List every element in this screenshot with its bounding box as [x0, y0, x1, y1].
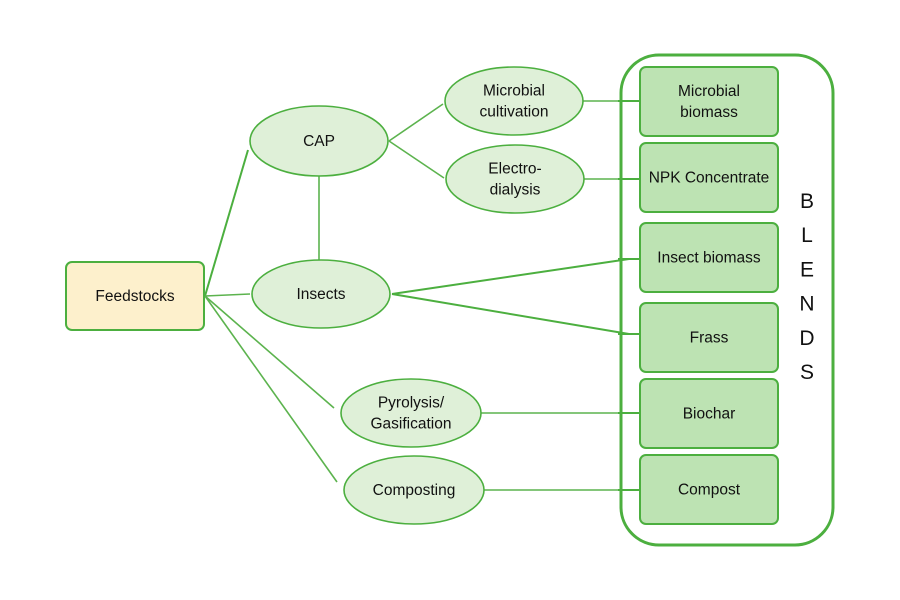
cap-label-line: CAP: [303, 133, 335, 150]
blends-letter: B: [800, 190, 814, 213]
connector-cap-to-microbial-cultivation: [388, 103, 444, 142]
insects-node: Insects: [251, 259, 391, 329]
npk-concentrate-node: NPK Concentrate: [639, 142, 779, 213]
cap-node: CAP: [249, 105, 389, 177]
connector-insects-to-insect-biomass: [391, 258, 630, 295]
electrodialysis-label-line: Electro-: [488, 161, 541, 178]
connector-insects-to-frass: [391, 293, 630, 335]
microbial-cultivation-node: Microbial cultivation: [444, 66, 584, 136]
blends-letter: D: [799, 327, 814, 350]
connector-feedstocks-to-cap: [204, 149, 249, 297]
electrodialysis-node: Electro-dialysis: [445, 144, 585, 214]
compost-node: Compost: [639, 454, 779, 525]
blends-letter: N: [799, 293, 814, 316]
pyrolysis-gasification-node: Pyrolysis/Gasification: [340, 378, 482, 448]
insect-biomass-label-line: Insect biomass: [657, 250, 761, 267]
microbial-cultivation-label-line: Microbial: [483, 83, 545, 100]
microbial-biomass-label-line: biomass: [680, 104, 738, 121]
connector-cap-to-electrodialysis: [388, 140, 445, 179]
frass-label-line: Frass: [690, 330, 729, 347]
pyrolysis-gasification-label-line: Pyrolysis/: [378, 395, 445, 412]
blends-letter: S: [800, 361, 814, 384]
feedstocks-label-line: Feedstocks: [95, 288, 175, 305]
blends-label: BLENDS: [799, 190, 814, 384]
microbial-cultivation-ellipse: [444, 66, 584, 136]
nodes-layer: Feedstocks CAP Insects Microbial cultivation…: [65, 66, 779, 525]
blends-letter: L: [801, 224, 813, 247]
pyrolysis-gasification-ellipse: [340, 378, 482, 448]
composting-node: Composting: [343, 455, 485, 525]
composting-label-line: Composting: [373, 482, 456, 499]
insects-label-line: Insects: [296, 286, 345, 303]
microbial-biomass-box: [639, 66, 779, 137]
biochar-label-line: Biochar: [683, 406, 736, 423]
biochar-node: Biochar: [639, 378, 779, 449]
blends-letter: E: [800, 258, 814, 281]
compost-label-line: Compost: [678, 482, 741, 499]
pyrolysis-gasification-label-line: Gasification: [371, 416, 452, 433]
insect-biomass-node: Insect biomass: [639, 222, 779, 293]
microbial-cultivation-label-line: cultivation: [480, 104, 549, 121]
frass-node: Frass: [639, 302, 779, 373]
electrodialysis-ellipse: [445, 144, 585, 214]
microbial-biomass-label-line: Microbial: [678, 83, 740, 100]
microbial-biomass-node: Microbial biomass: [639, 66, 779, 137]
npk-concentrate-label-line: NPK Concentrate: [649, 170, 770, 187]
connector-feedstocks-to-insects: [204, 293, 251, 297]
electrodialysis-label-line: dialysis: [490, 182, 541, 199]
process-diagram: Feedstocks CAP Insects Microbial cultivation…: [65, 53, 835, 547]
feedstocks-node: Feedstocks: [65, 261, 205, 331]
